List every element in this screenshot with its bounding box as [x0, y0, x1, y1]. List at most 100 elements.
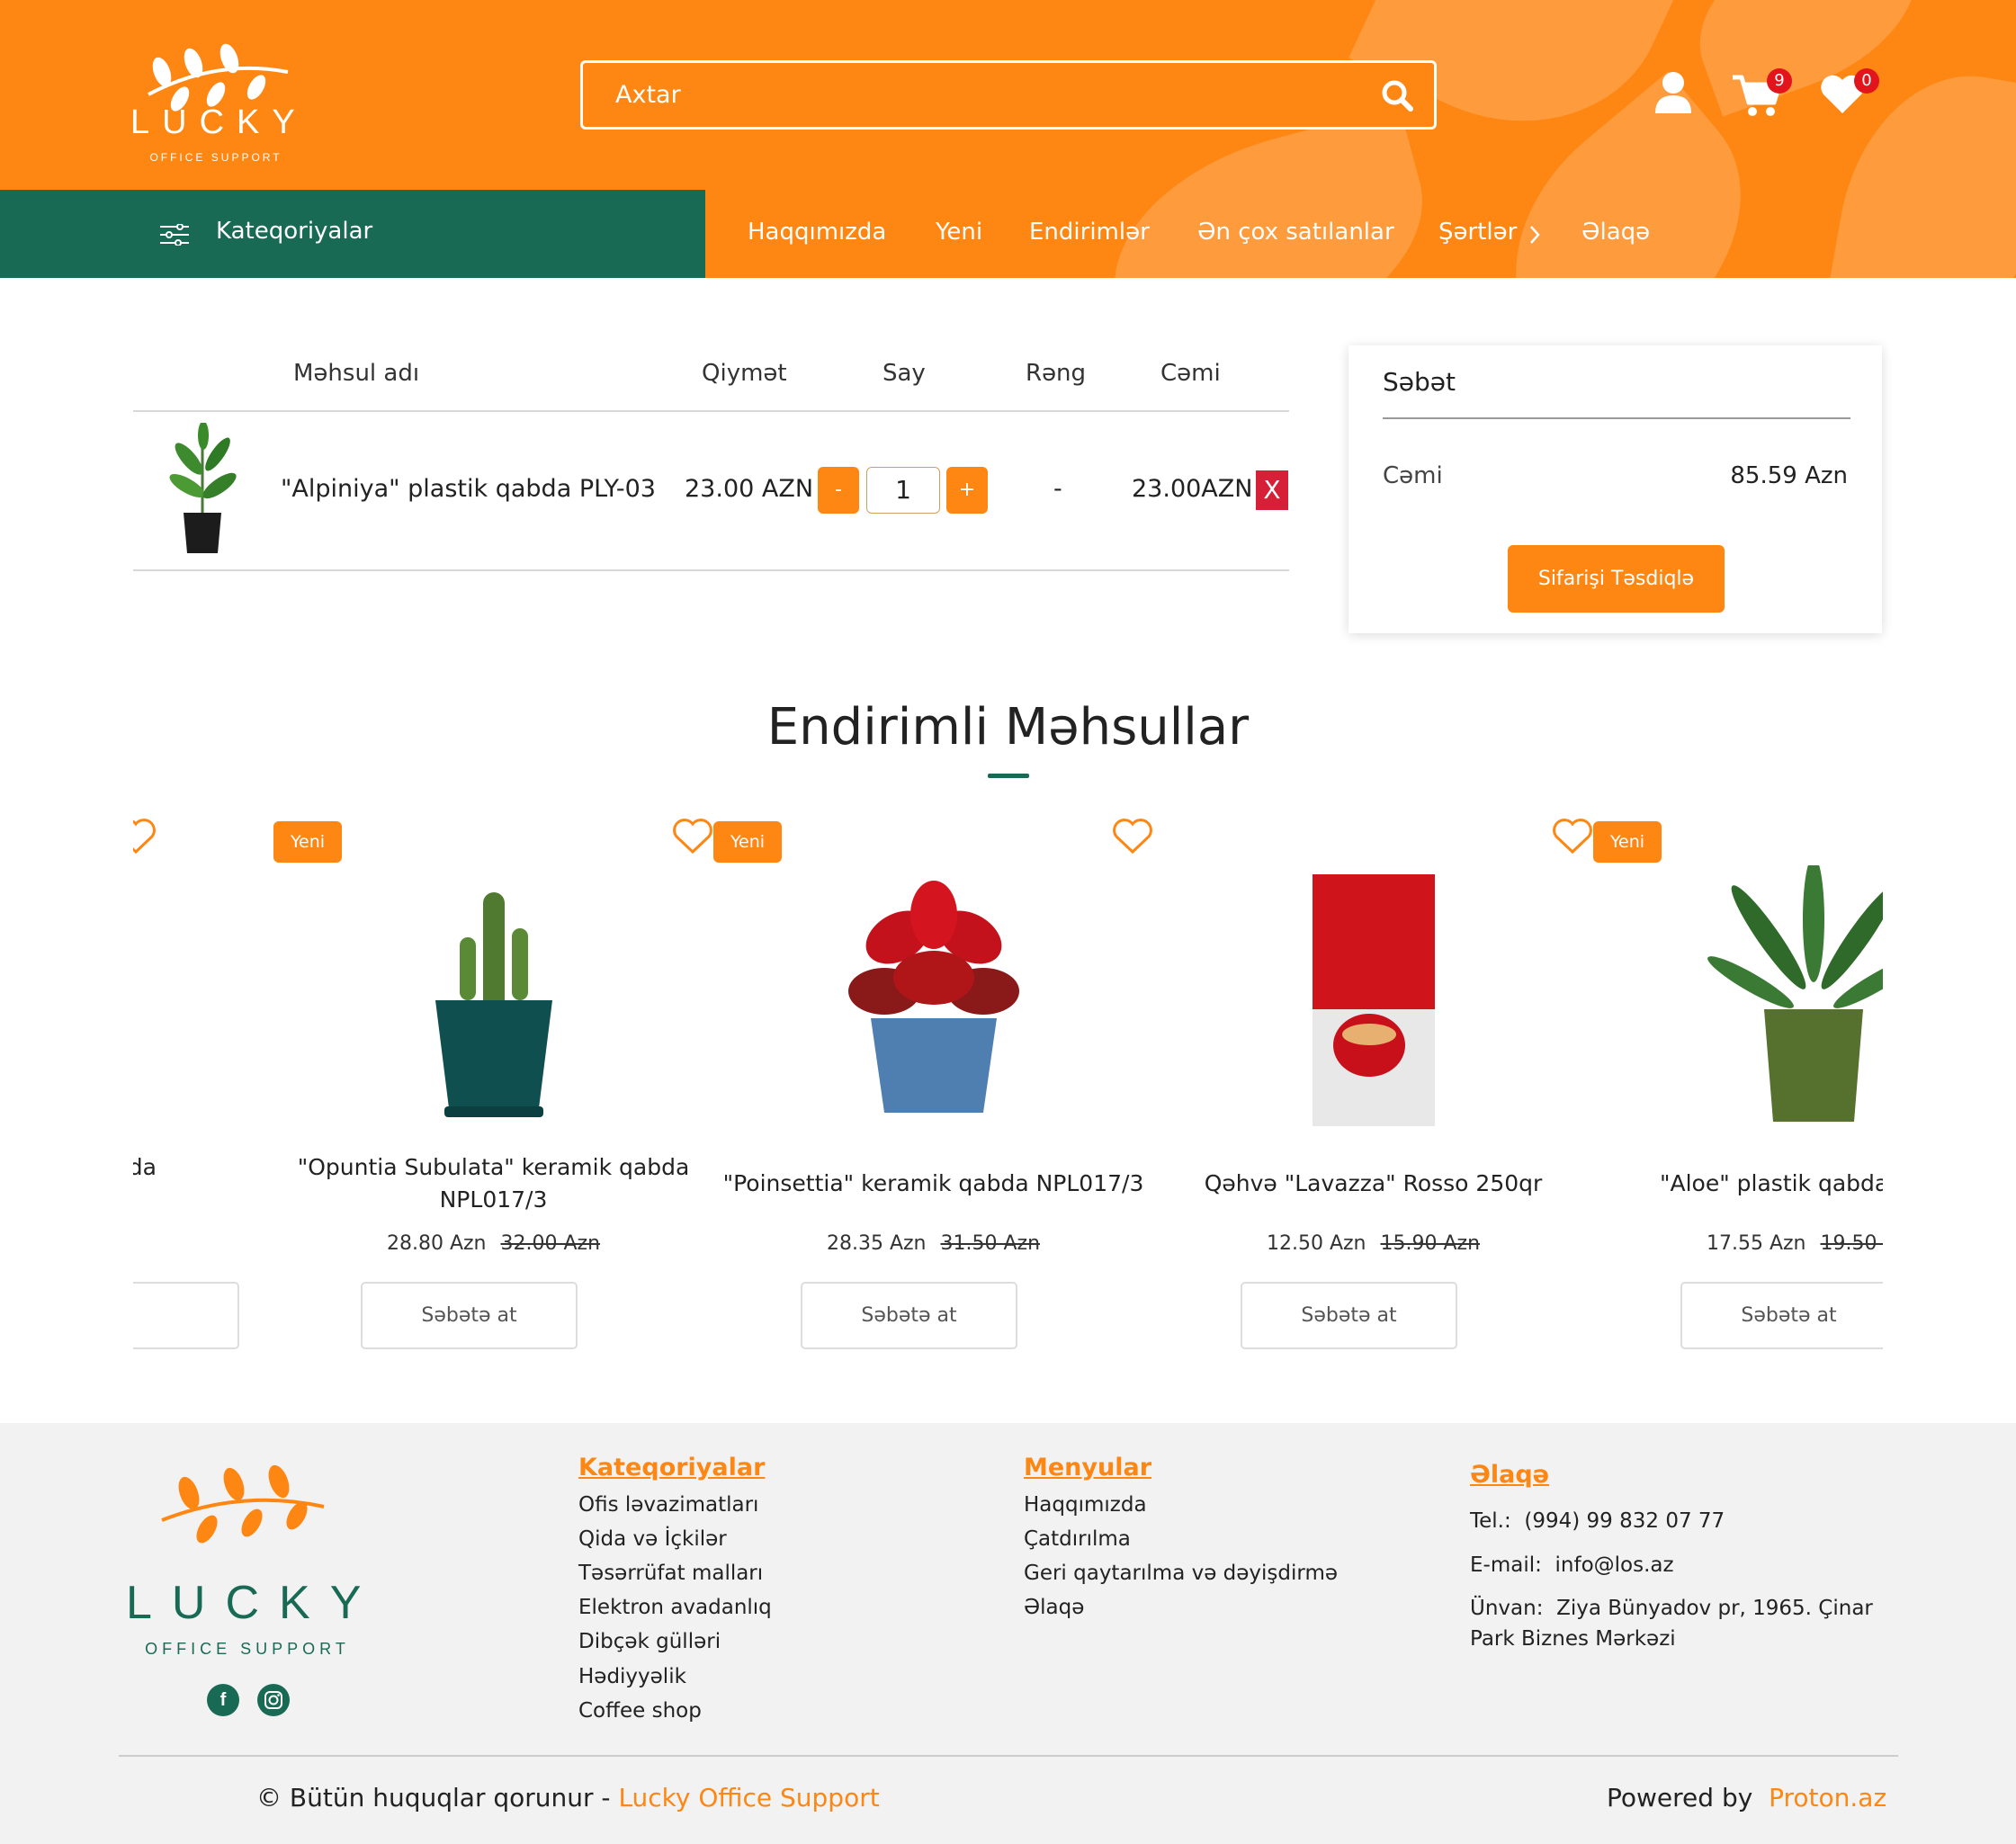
- product-image[interactable]: [1679, 865, 1883, 1135]
- add-to-cart-button[interactable]: Səbətə at: [361, 1282, 578, 1349]
- email-value[interactable]: info@los.az: [1555, 1553, 1674, 1577]
- footer-category-link[interactable]: Elektron avadanlıq: [578, 1596, 772, 1619]
- product-image[interactable]: [799, 865, 1069, 1135]
- footer-logo-leaves-icon[interactable]: [153, 1462, 333, 1552]
- new-tag: Yeni: [1593, 821, 1662, 863]
- logo-leaves-icon[interactable]: [130, 22, 301, 166]
- product-prices: 12.50 Azn 15.90 Azn: [1153, 1232, 1593, 1255]
- footer-category-link[interactable]: Qida və İçkilər: [578, 1527, 727, 1551]
- product-name[interactable]: qabda: [133, 1151, 157, 1184]
- product-card: Yeni "Poinsettia" keramik qabda NPL017/3…: [713, 810, 1153, 1358]
- footer-address: Ünvan: Ziya Bünyadov pr, 1965. Çinar Par…: [1470, 1593, 1893, 1654]
- product-old-price: 15.90 Azn: [1380, 1232, 1481, 1255]
- product-carousel[interactable]: qabda Yeni "Opuntia Subulata" keramik qa…: [133, 810, 1883, 1358]
- cart-count-badge: 9: [1767, 68, 1792, 94]
- nav-new[interactable]: Yeni: [936, 219, 982, 246]
- product-price: 12.50 Azn: [1266, 1232, 1366, 1255]
- wishlist-heart-icon[interactable]: [1112, 819, 1153, 855]
- add-to-cart-button[interactable]: Səbətə at: [1680, 1282, 1883, 1349]
- categories-menu-button[interactable]: Kateqoriyalar: [0, 190, 705, 278]
- product-image[interactable]: [359, 865, 629, 1135]
- footer-categories-title[interactable]: Kateqoriyalar: [578, 1454, 765, 1481]
- phone-value[interactable]: (994) 99 832 07 77: [1524, 1509, 1725, 1533]
- add-to-cart-button[interactable]: [133, 1282, 239, 1349]
- footer-menu-link[interactable]: Çatdırılma: [1024, 1527, 1131, 1551]
- nav-bestsellers[interactable]: Ən çox satılanlar: [1197, 219, 1394, 246]
- confirm-order-button[interactable]: Sifarişi Təsdiqlə: [1508, 545, 1725, 613]
- add-to-cart-button[interactable]: Səbətə at: [801, 1282, 1017, 1349]
- product-price: 28.35 Azn: [826, 1232, 927, 1255]
- nav-discounts[interactable]: Endirimlər: [1029, 219, 1150, 246]
- column-header-color: Rəng: [1026, 360, 1087, 387]
- user-icon[interactable]: [1653, 70, 1693, 115]
- footer-category-link[interactable]: Dibçək gülləri: [578, 1630, 721, 1653]
- product-name[interactable]: "Opuntia Subulata" keramik qabda NPL017/…: [273, 1151, 713, 1216]
- cart-item-total: 23.00AZN: [1132, 475, 1253, 503]
- footer-category-link[interactable]: Təsərrüfat malları: [578, 1562, 763, 1585]
- summary-total-label: Cəmi: [1383, 462, 1443, 489]
- product-card: Yeni "Opuntia Subulata" keramik qabda NP…: [273, 810, 713, 1358]
- wishlist-heart-icon[interactable]: [133, 819, 157, 855]
- decrease-qty-button[interactable]: -: [818, 467, 859, 514]
- footer-menu-link[interactable]: Geri qaytarılma və dəyişdirmə: [1024, 1562, 1338, 1585]
- search-icon[interactable]: [1380, 78, 1414, 112]
- product-prices: 28.35 Azn 31.50 Azn: [713, 1232, 1153, 1255]
- footer-phone: Tel.: (994) 99 832 07 77: [1470, 1506, 1884, 1536]
- divider: [1383, 417, 1850, 419]
- footer-logo-tagline: OFFICE SUPPORT: [145, 1640, 350, 1658]
- copyright-brand-link[interactable]: Lucky Office Support: [618, 1783, 879, 1813]
- search-input[interactable]: Axtar: [615, 81, 681, 109]
- footer-menus-title[interactable]: Menyular: [1024, 1454, 1151, 1481]
- nav-contact[interactable]: Əlaqə: [1581, 219, 1650, 246]
- footer-contact-title[interactable]: Əlaqə: [1470, 1461, 1549, 1489]
- product-name[interactable]: "Aloe" plastik qabda PLY-03: [1593, 1168, 1883, 1200]
- cart-item-price: 23.00 AZN: [685, 475, 814, 503]
- product-card: Yeni "Aloe" plastik qabda PLY-03 17.55 A…: [1593, 810, 1883, 1358]
- remove-item-button[interactable]: X: [1256, 470, 1288, 510]
- product-prices: 28.80 Azn 32.00 Azn: [273, 1232, 713, 1255]
- copyright-text: © Bütün huquqlar qorunur - Lucky Office …: [256, 1783, 880, 1813]
- column-header-price: Qiymət: [702, 360, 787, 387]
- powered-by-link[interactable]: Proton.az: [1769, 1783, 1886, 1813]
- wishlist-heart-icon[interactable]: [672, 819, 713, 855]
- footer-email: E-mail: info@los.az: [1470, 1550, 1884, 1580]
- wishlist-heart-icon[interactable]: [1552, 819, 1593, 855]
- copyright-label: © Bütün huquqlar qorunur -: [256, 1783, 619, 1813]
- product-name[interactable]: "Poinsettia" keramik qabda NPL017/3: [713, 1168, 1153, 1200]
- product-thumbnail[interactable]: [153, 423, 252, 558]
- summary-total-value: 85.59 Azn: [1730, 462, 1848, 489]
- footer-menu-link[interactable]: Haqqımızda: [1024, 1493, 1147, 1517]
- column-header-name: Məhsul adı: [293, 360, 420, 387]
- footer-category-link[interactable]: Ofis ləvazimatları: [578, 1493, 758, 1517]
- increase-qty-button[interactable]: +: [946, 467, 988, 514]
- categories-label: Kateqoriyalar: [216, 218, 373, 245]
- address-label: Ünvan:: [1470, 1597, 1544, 1620]
- footer-menu-link[interactable]: Əlaqə: [1024, 1596, 1084, 1619]
- cart-item-name[interactable]: "Alpiniya" plastik qabda PLY-03: [281, 475, 656, 503]
- instagram-icon[interactable]: [257, 1684, 290, 1716]
- product-old-price: 19.50 Azn: [1820, 1232, 1884, 1255]
- product-old-price: 31.50 Azn: [940, 1232, 1041, 1255]
- nav-about[interactable]: Haqqımızda: [748, 219, 886, 246]
- product-price: 28.80 Azn: [386, 1232, 487, 1255]
- chevron-right-icon: [1530, 226, 1540, 244]
- footer-category-link[interactable]: Hədiyyəlik: [578, 1665, 686, 1688]
- nav-terms[interactable]: Şərtlər: [1438, 219, 1517, 246]
- quantity-input[interactable]: 1: [866, 467, 940, 514]
- divider: [133, 569, 1289, 571]
- section-title: Endirimli Məhsullar: [766, 698, 1250, 756]
- product-image[interactable]: [1239, 865, 1509, 1135]
- divider: [133, 410, 1289, 412]
- facebook-icon[interactable]: f: [207, 1684, 239, 1716]
- footer-logo-wordmark[interactable]: LUCKY: [126, 1576, 378, 1630]
- footer-category-link[interactable]: Coffee shop: [578, 1699, 702, 1723]
- logo-wordmark[interactable]: LUCKY: [130, 103, 301, 142]
- product-name[interactable]: Qəhvə "Lavazza" Rosso 250qr: [1153, 1168, 1593, 1200]
- powered-by: Powered by Proton.az: [1607, 1783, 1886, 1813]
- add-to-cart-button[interactable]: Səbətə at: [1241, 1282, 1457, 1349]
- column-header-total: Cəmi: [1160, 360, 1221, 387]
- leaf-decoration: [1086, 105, 1451, 278]
- sliders-icon: [160, 224, 189, 246]
- product-card: qabda: [133, 810, 239, 1358]
- search-box[interactable]: Axtar: [580, 60, 1437, 130]
